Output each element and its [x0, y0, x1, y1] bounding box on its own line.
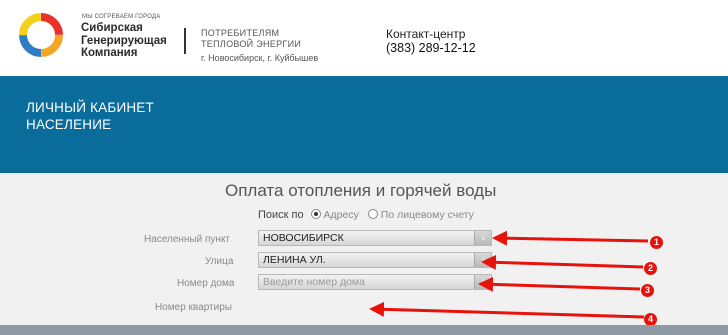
settlement-label: Населенный пункт — [144, 234, 231, 245]
settlement-select[interactable]: НОВОСИБИРСК ↓ — [258, 230, 492, 246]
footer-bar — [0, 325, 728, 335]
street-select[interactable]: ЛЕНИНА УЛ. ↓ — [258, 252, 492, 268]
chevron-down-icon[interactable]: ↓ — [474, 275, 491, 289]
radio-by-account[interactable] — [367, 209, 378, 219]
site-header: МЫ СОГРЕВАЕМ ГОРОДА Сибирская Генерирующ… — [0, 0, 728, 76]
annotation-marker-2: 2 — [644, 262, 657, 275]
arrow-3 — [478, 276, 641, 292]
street-value: ЛЕНИНА УЛ. — [263, 254, 326, 266]
house-number-label: Номер дома — [177, 278, 235, 289]
annotation-marker-3: 3 — [641, 284, 654, 297]
chevron-down-icon[interactable]: ↓ — [474, 253, 491, 267]
consumer-caption: ПОТРЕБИТЕЛЯМ ТЕПЛОВОЙ ЭНЕРГИИ — [201, 28, 302, 49]
company-logo-icon[interactable] — [17, 11, 65, 59]
contact-phone[interactable]: (383) 289-12-12 — [386, 41, 476, 55]
logo-tagline: МЫ СОГРЕВАЕМ ГОРОДА — [82, 14, 161, 20]
settlement-value: НОВОСИБИРСК — [263, 232, 344, 244]
account-banner: ЛИЧНЫЙ КАБИНЕТ НАСЕЛЕНИЕ — [0, 76, 728, 173]
city-caption: г. Новосибирск, г. Куйбышев — [201, 53, 319, 63]
company-name[interactable]: Сибирская Генерирующая Компания — [81, 22, 167, 60]
radio-by-account-label[interactable]: По лицевому счету — [381, 209, 474, 221]
house-number-select[interactable]: Введите номер дома ↓ — [258, 274, 492, 290]
street-label: Улица — [205, 256, 234, 267]
house-number-placeholder: Введите номер дома — [263, 276, 365, 288]
radio-by-address[interactable] — [310, 209, 321, 219]
arrow-1 — [492, 230, 649, 246]
search-mode-group: Поиск по Адресу По лицевому счету — [258, 209, 480, 221]
header-divider — [184, 28, 186, 54]
chevron-down-icon[interactable]: ↓ — [474, 231, 491, 245]
search-by-label: Поиск по — [258, 209, 304, 221]
arrow-2 — [481, 254, 644, 270]
form-title: Оплата отопления и горячей воды — [225, 181, 497, 200]
annotation-marker-1: 1 — [650, 236, 663, 249]
apartment-number-label: Номер квартиры — [155, 302, 232, 313]
contact-center-label: Контакт-центр — [386, 27, 466, 41]
radio-by-address-label[interactable]: Адресу — [324, 209, 359, 221]
page-title: ЛИЧНЫЙ КАБИНЕТ НАСЕЛЕНИЕ — [26, 100, 154, 132]
arrow-4 — [369, 301, 645, 319]
